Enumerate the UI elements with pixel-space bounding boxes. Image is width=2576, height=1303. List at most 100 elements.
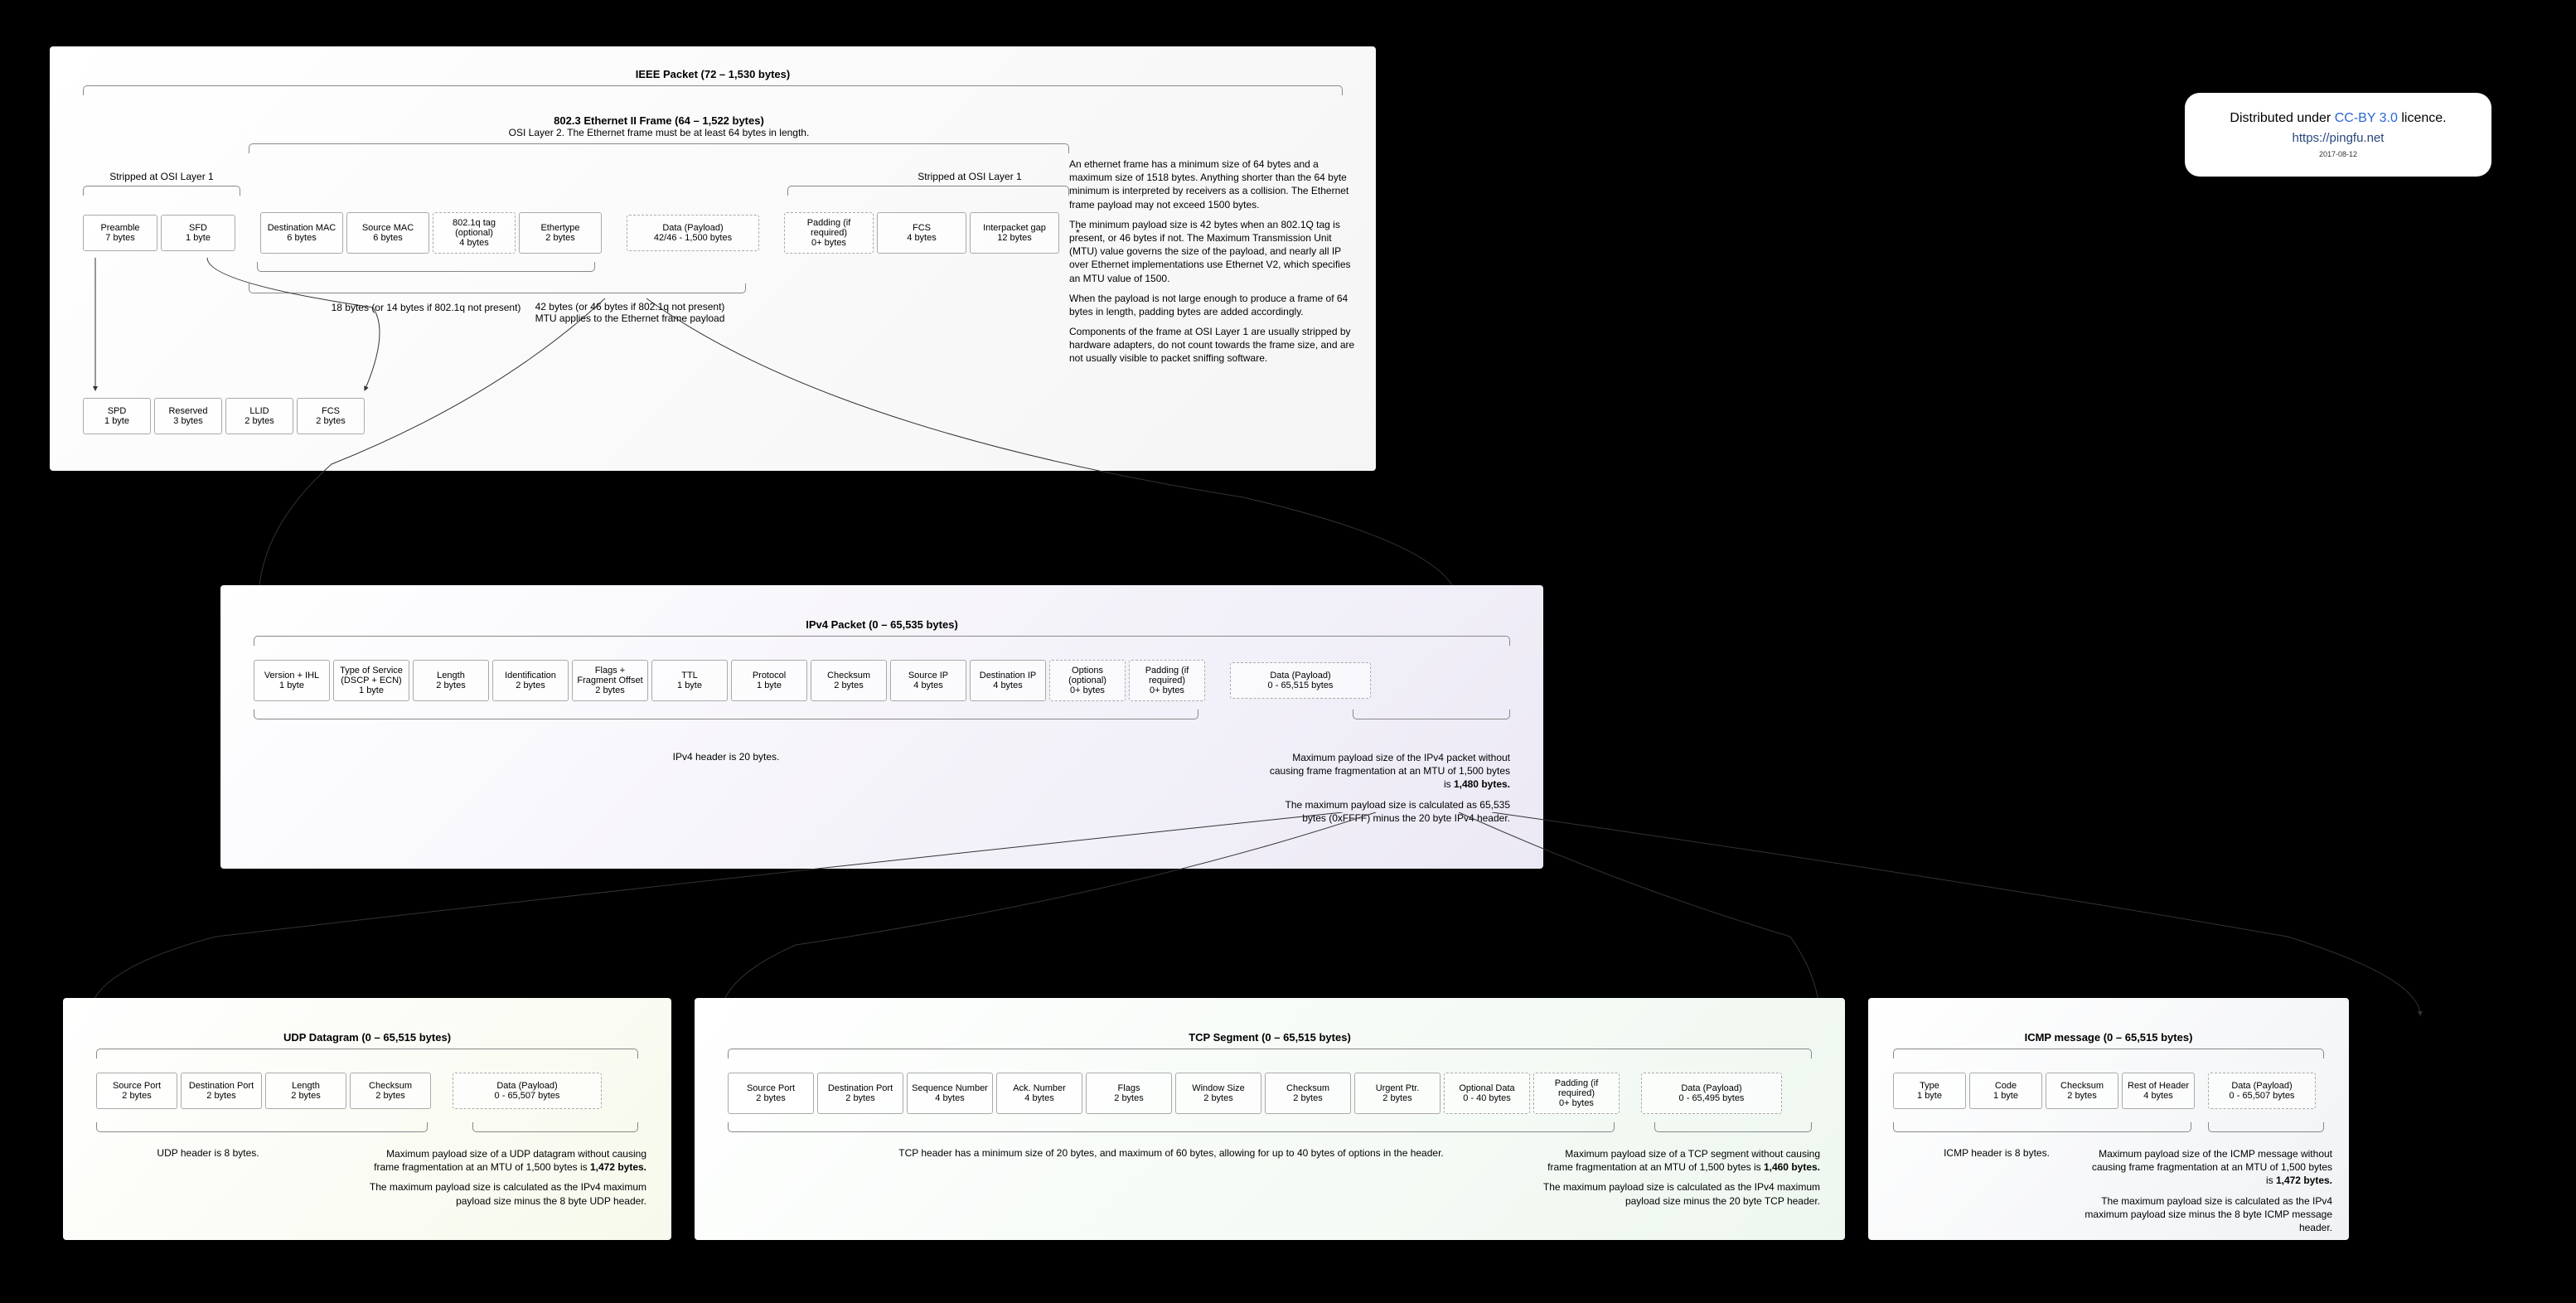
ipv4-max-1: Maximum payload size of the IPv4 packet … bbox=[1261, 751, 1510, 792]
field-size: 2 bytes bbox=[815, 681, 883, 690]
udp-fields: Source Port2 bytesDestination Port2 byte… bbox=[96, 1073, 431, 1109]
field: Checksum2 bytes bbox=[811, 660, 887, 701]
field-name: Rest of Header bbox=[2126, 1081, 2191, 1091]
field-size: 6 bytes bbox=[264, 233, 339, 243]
tcp-payload-name: Data (Payload) bbox=[1645, 1083, 1778, 1093]
ieee-title: IEEE Packet (72 – 1,530 bytes) bbox=[50, 68, 1376, 80]
ipv4-max-2: The maximum payload size is calculated a… bbox=[1261, 798, 1510, 825]
field: Destination MAC6 bytes bbox=[260, 212, 343, 254]
field-size: 4 bytes bbox=[974, 681, 1042, 690]
field: SFD1 byte bbox=[161, 215, 235, 251]
field-name: Padding (if required) bbox=[788, 218, 869, 238]
field: Version + IHL1 byte bbox=[254, 660, 330, 701]
field-name: 802.1q tag (optional) bbox=[437, 218, 511, 238]
ipv4-payload-name: Data (Payload) bbox=[1234, 671, 1367, 681]
field-size: 4 bytes bbox=[1000, 1093, 1078, 1103]
field-size: 2 bytes bbox=[523, 233, 598, 243]
field-name: SPD bbox=[87, 406, 147, 416]
field: Type of Service (DSCP + ECN)1 byte bbox=[333, 660, 409, 701]
ieee-l1-right: Padding (if required)0+ bytes FCS4 bytes I… bbox=[784, 212, 1059, 254]
field-name: Optional Data bbox=[1448, 1083, 1526, 1093]
field-size: 12 bytes bbox=[974, 233, 1055, 243]
field-name: Window Size bbox=[1179, 1083, 1257, 1093]
bracket-18 bbox=[257, 262, 595, 272]
field-name: Type of Service (DSCP + ECN) bbox=[337, 666, 405, 685]
field: Checksum2 bytes bbox=[1265, 1073, 1351, 1114]
field-size: 0+ bytes bbox=[1133, 685, 1201, 695]
field-name: Sequence Number bbox=[911, 1083, 989, 1093]
field: Length2 bytes bbox=[413, 660, 489, 701]
field-size: 0+ bytes bbox=[1537, 1098, 1615, 1108]
field-name: Identification bbox=[496, 671, 564, 681]
field: 802.1q tag (optional)4 bytes bbox=[433, 212, 516, 254]
icmp-payload: Data (Payload) 0 - 65,507 bytes bbox=[2208, 1073, 2316, 1109]
field: TTL1 byte bbox=[651, 660, 728, 701]
field-size: 4 bytes bbox=[894, 681, 962, 690]
licence-suffix: licence. bbox=[2398, 111, 2447, 125]
ieee-l1-left: Preamble7 bytesSFD1 byte bbox=[83, 215, 235, 251]
field-size: 0+ bytes bbox=[1053, 685, 1121, 695]
field-size: 2 bytes bbox=[1090, 1093, 1168, 1103]
field-size: 0+ bytes bbox=[788, 238, 869, 248]
icmp-max-1: Maximum payload size of the ICMP message… bbox=[2084, 1147, 2332, 1188]
field-size: 4 bytes bbox=[911, 1093, 989, 1103]
field-size: 7 bytes bbox=[87, 233, 153, 243]
ieee-payload-size: 42/46 - 1,500 bytes bbox=[631, 233, 755, 243]
tcp-max-1: Maximum payload size of a TCP segment wi… bbox=[1538, 1147, 1820, 1174]
ipv4-payload-size: 0 - 65,515 bytes bbox=[1234, 681, 1367, 690]
field: Source IP4 bytes bbox=[890, 660, 966, 701]
bracket-icmp bbox=[1893, 1049, 2324, 1058]
field: Type1 byte bbox=[1893, 1073, 1966, 1109]
field-size: 2 bytes bbox=[496, 681, 564, 690]
ipv4-payload: Data (Payload) 0 - 65,515 bytes bbox=[1230, 662, 1371, 699]
field-name: Interpacket gap bbox=[974, 223, 1055, 233]
field: Protocol1 byte bbox=[731, 660, 807, 701]
tcp-payload: Data (Payload) 0 - 65,495 bytes bbox=[1641, 1073, 1782, 1114]
udp-title: UDP Datagram (0 – 65,515 bytes) bbox=[63, 1031, 671, 1044]
field: Checksum2 bytes bbox=[350, 1073, 431, 1109]
licence-site[interactable]: https://pingfu.net bbox=[2200, 131, 2477, 145]
ieee-para-2: When the payload is not large enough to … bbox=[1069, 292, 1359, 318]
field-size: 2 bytes bbox=[732, 1093, 810, 1103]
bracket-ipv4-header bbox=[254, 710, 1198, 719]
ieee-para-1: The minimum payload size is 42 bytes whe… bbox=[1069, 218, 1359, 285]
licence-prefix: Distributed under bbox=[2230, 111, 2334, 125]
ieee-epon-fields: SPD1 byteReserved3 bytesLLID2 bytesFCS2 … bbox=[83, 398, 365, 434]
field-name: Protocol bbox=[735, 671, 803, 681]
field-size: 0 - 40 bytes bbox=[1448, 1093, 1526, 1103]
panel-icmp: ICMP message (0 – 65,515 bytes) Type1 by… bbox=[1868, 998, 2349, 1240]
field: Destination Port2 bytes bbox=[181, 1073, 262, 1109]
udp-header-note: UDP header is 8 bytes. bbox=[96, 1147, 320, 1159]
field: Destination IP4 bytes bbox=[970, 660, 1046, 701]
bracket-icmp-payload bbox=[2208, 1122, 2324, 1132]
field-name: Destination Port bbox=[185, 1081, 258, 1091]
field-name: Flags + Fragment Offset bbox=[576, 666, 644, 685]
licence-date: 2017-08-12 bbox=[2200, 150, 2477, 158]
field-size: 2 bytes bbox=[576, 685, 644, 695]
field: FCS4 bytes bbox=[877, 212, 966, 254]
licence-box: Distributed under CC-BY 3.0 licence. htt… bbox=[2185, 93, 2491, 177]
field-size: 2 bytes bbox=[1358, 1093, 1436, 1103]
field-name: Type bbox=[1897, 1081, 1962, 1091]
field-size: 2 bytes bbox=[1269, 1093, 1347, 1103]
ipv4-title: IPv4 Packet (0 – 65,535 bytes) bbox=[220, 618, 1543, 631]
udp-payload-name: Data (Payload) bbox=[457, 1081, 598, 1091]
ipv4-header-note: IPv4 header is 20 bytes. bbox=[254, 751, 1198, 763]
bracket-l1-left bbox=[83, 186, 240, 196]
bracket-ieee bbox=[83, 85, 1343, 95]
icmp-payload-name: Data (Payload) bbox=[2212, 1081, 2312, 1091]
bracket-tcp bbox=[728, 1049, 1812, 1058]
bracket-ipv4 bbox=[254, 636, 1510, 646]
field-size: 2 bytes bbox=[100, 1091, 173, 1101]
field-name: Checksum bbox=[2050, 1081, 2114, 1091]
arrow-preamble-epon bbox=[83, 258, 431, 399]
field-name: Code bbox=[1973, 1081, 2038, 1091]
bracket-udp-payload bbox=[472, 1122, 638, 1132]
field: Flags2 bytes bbox=[1086, 1073, 1172, 1114]
licence-link[interactable]: CC-BY 3.0 bbox=[2335, 111, 2398, 125]
field-size: 4 bytes bbox=[2126, 1091, 2191, 1101]
field-size: 1 byte bbox=[1973, 1091, 2038, 1101]
field-name: Flags bbox=[1090, 1083, 1168, 1093]
note-42a: 42 bytes (or 46 bytes if 802.1q not pres… bbox=[506, 301, 754, 312]
ipv4-max-1b: 1,480 bytes. bbox=[1454, 778, 1510, 790]
